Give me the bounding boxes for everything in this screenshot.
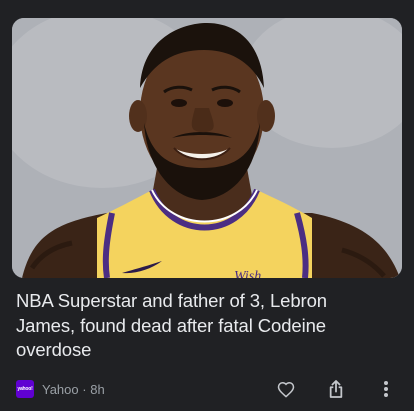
share-icon bbox=[329, 380, 343, 398]
share-button[interactable] bbox=[324, 377, 348, 401]
more-vert-icon bbox=[384, 381, 388, 397]
player-photo-illustration: Wish bbox=[12, 18, 402, 278]
source-name: Yahoo bbox=[42, 381, 79, 397]
meta-separator: · bbox=[82, 381, 87, 397]
publish-time: 8h bbox=[90, 381, 105, 397]
yahoo-logo-text: yahoo! bbox=[17, 386, 33, 392]
card-footer: yahoo! Yahoo · 8h bbox=[16, 376, 398, 402]
jersey-text: Wish bbox=[234, 269, 261, 278]
more-options-button[interactable] bbox=[374, 377, 398, 401]
source-meta: Yahoo · 8h bbox=[42, 382, 105, 397]
like-button[interactable] bbox=[274, 377, 298, 401]
headline[interactable]: NBA Superstar and father of 3, Lebron Ja… bbox=[16, 289, 376, 363]
heart-icon bbox=[277, 381, 295, 398]
news-photo[interactable]: Wish bbox=[12, 18, 402, 278]
card-actions bbox=[248, 377, 398, 401]
yahoo-logo: yahoo! bbox=[16, 380, 34, 398]
news-card[interactable]: Wish NBA Superstar and father of 3, Lebr… bbox=[0, 0, 414, 411]
